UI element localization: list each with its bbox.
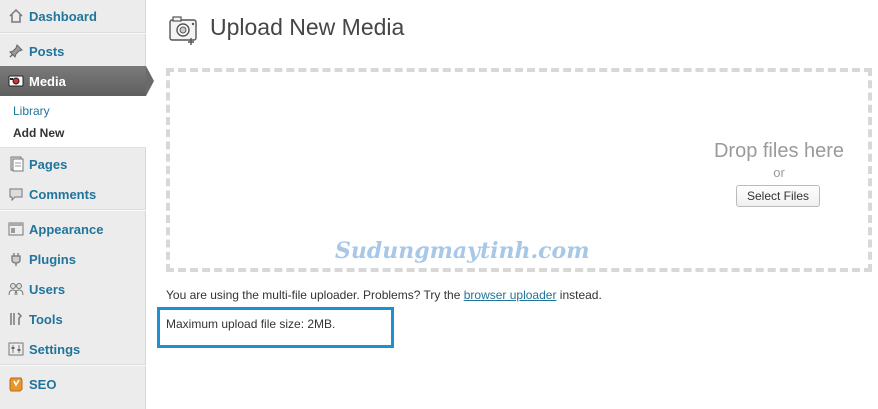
speech-bubble-icon: [8, 186, 24, 202]
menu-label-media: Media: [29, 73, 66, 89]
wp-admin-page: Dashboard Posts Media Library Add New Pa…: [0, 0, 878, 409]
tools-icon: [8, 311, 24, 327]
users-icon: [8, 281, 24, 297]
menu-item-seo[interactable]: SEO: [0, 369, 146, 399]
main-content: Upload New Media Drop files here or Sele…: [147, 0, 878, 409]
menu-label-users: Users: [29, 281, 66, 297]
seo-icon: [8, 376, 24, 392]
submenu-item-add-new[interactable]: Add New: [13, 126, 64, 140]
menu-label-plugins: Plugins: [29, 251, 76, 267]
media-submenu: Library Add New: [0, 96, 146, 148]
menu-item-appearance[interactable]: Appearance: [0, 214, 146, 244]
admin-sidebar: Dashboard Posts Media Library Add New Pa…: [0, 0, 154, 409]
uploader-notice: You are using the multi-file uploader. P…: [166, 288, 602, 302]
drop-files-text: Drop files here: [713, 140, 845, 162]
menu-label-settings: Settings: [29, 341, 81, 357]
select-files-button[interactable]: Select Files: [736, 185, 820, 207]
pages-icon: [8, 156, 24, 172]
submenu-item-library[interactable]: Library: [13, 104, 50, 118]
menu-item-comments[interactable]: Comments: [0, 179, 146, 209]
menu-divider: [0, 364, 146, 366]
pushpin-icon: [8, 43, 24, 59]
settings-icon: [8, 341, 24, 357]
dashboard-icon: [8, 8, 24, 24]
max-upload-size: Maximum upload file size: 2MB.: [166, 317, 336, 331]
appearance-icon: [8, 221, 24, 237]
menu-item-tools[interactable]: Tools: [0, 304, 146, 334]
menu-label-tools: Tools: [29, 311, 63, 327]
or-text: or: [773, 165, 785, 180]
menu-label-dashboard: Dashboard: [29, 8, 97, 24]
menu-item-dashboard[interactable]: Dashboard: [0, 1, 146, 31]
media-icon: [8, 73, 24, 89]
page-title: Upload New Media: [210, 14, 405, 40]
menu-label-posts: Posts: [29, 43, 65, 59]
menu-label-pages: Pages: [29, 156, 68, 172]
watermark-text: Sudungmaytinh.com: [335, 238, 590, 264]
menu-item-pages[interactable]: Pages: [0, 149, 146, 179]
menu-item-plugins[interactable]: Plugins: [0, 244, 146, 274]
plug-icon: [8, 251, 24, 267]
menu-item-settings[interactable]: Settings: [0, 334, 146, 364]
uploader-notice-text: You are using the multi-file uploader. P…: [166, 288, 464, 302]
menu-item-media[interactable]: Media: [0, 66, 146, 96]
menu-label-seo: SEO: [29, 376, 57, 392]
uploader-notice-suffix: instead.: [556, 288, 602, 302]
menu-item-posts[interactable]: Posts: [0, 36, 146, 66]
browser-uploader-link[interactable]: browser uploader: [464, 288, 557, 302]
menu-label-appearance: Appearance: [29, 221, 104, 237]
menu-item-users[interactable]: Users: [0, 274, 146, 304]
menu-divider: [0, 32, 146, 34]
menu-divider: [0, 209, 146, 211]
media-upload-icon: [167, 14, 201, 48]
menu-label-comments: Comments: [29, 186, 97, 202]
